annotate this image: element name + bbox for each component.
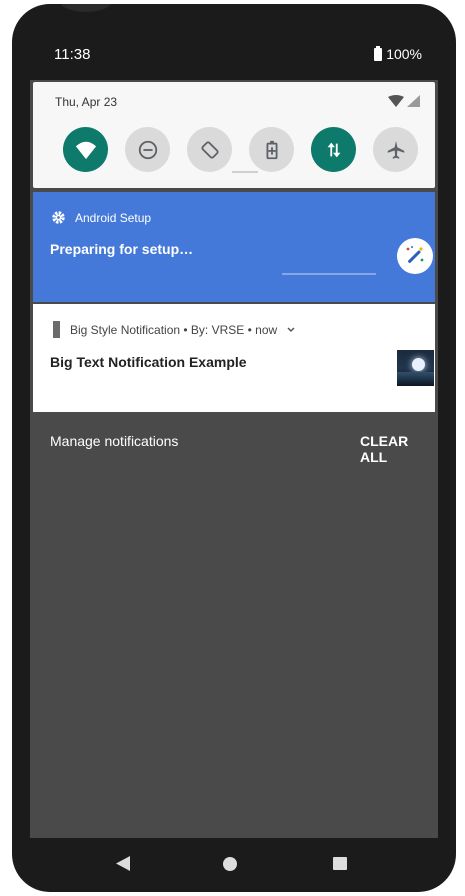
status-time: 11:38: [54, 46, 91, 63]
qs-date: Thu, Apr 23: [55, 95, 118, 109]
do-not-disturb-tile[interactable]: [125, 127, 170, 172]
status-bar: 11:38 100%: [30, 32, 438, 80]
android-setup-notification[interactable]: Android Setup Preparing for setup…: [33, 192, 435, 302]
qs-drag-handle[interactable]: [232, 171, 258, 173]
mobile-data-tile[interactable]: [311, 127, 356, 172]
battery-saver-icon: [266, 140, 277, 159]
water-reflection: [397, 372, 434, 386]
big-notification-meta: Big Style Notification • By: VRSE • now: [70, 322, 278, 337]
camera-notch: [60, 4, 112, 12]
battery-percent: 100%: [386, 46, 422, 62]
moon-thumbnail: [397, 350, 434, 386]
wifi-icon: [75, 141, 96, 159]
big-style-notification[interactable]: Big Style Notification • By: VRSE • now …: [33, 304, 435, 412]
setup-notification-header: Android Setup: [51, 210, 151, 225]
phone-frame: 11:38 100% Thu, Apr 23 Android Setup Pre…: [12, 4, 456, 892]
wand-icon: [406, 245, 424, 264]
big-notification-header: Big Style Notification • By: VRSE • now: [53, 321, 295, 338]
battery-icon: [374, 45, 383, 61]
recents-icon[interactable]: [333, 857, 347, 870]
moon-icon: [412, 358, 425, 371]
signal-icon: [388, 95, 420, 107]
airplane-mode-tile[interactable]: [373, 127, 418, 172]
setup-app-name: Android Setup: [75, 210, 152, 225]
do-not-disturb-icon: [138, 140, 157, 159]
clear-all-button[interactable]: CLEAR ALL: [360, 433, 438, 465]
battery-saver-tile[interactable]: [249, 127, 294, 172]
auto-rotate-tile[interactable]: [187, 127, 232, 172]
setup-progress-bar: [282, 273, 376, 275]
navigation-bar: [30, 838, 438, 886]
manage-notifications-button[interactable]: Manage notifications: [50, 433, 178, 449]
chevron-down-icon[interactable]: [287, 326, 295, 333]
home-icon[interactable]: [223, 857, 237, 871]
gear-icon: [52, 211, 65, 224]
quick-settings-panel[interactable]: Thu, Apr 23: [33, 82, 435, 188]
airplane-mode-icon: [387, 140, 404, 159]
quick-settings-tiles: [63, 127, 418, 172]
wand-icon-badge: [397, 238, 433, 274]
wifi-tile[interactable]: [63, 127, 108, 172]
setup-title: Preparing for setup…: [50, 241, 194, 257]
notification-shade: 11:38 100% Thu, Apr 23 Android Setup Pre…: [30, 32, 438, 838]
auto-rotate-icon: [200, 140, 219, 159]
app-icon: [53, 321, 60, 338]
back-icon[interactable]: [115, 855, 131, 872]
mobile-data-icon: [327, 142, 340, 157]
battery-status: 100%: [374, 45, 422, 62]
big-notification-title: Big Text Notification Example: [50, 354, 247, 370]
